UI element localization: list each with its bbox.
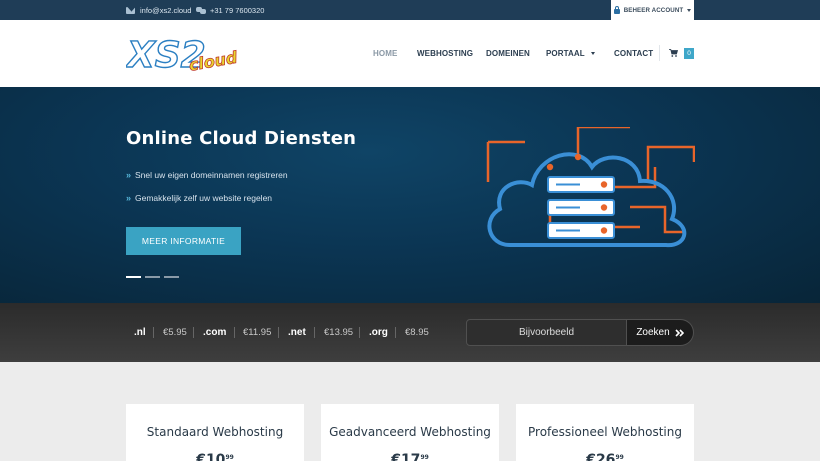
hero-bullet-text: Snel uw eigen domeinnamen registreren <box>135 170 288 180</box>
envelope-icon <box>126 6 135 14</box>
cart-icon[interactable] <box>669 49 678 57</box>
nav-domeinen[interactable]: DOMEINEN <box>486 20 530 87</box>
account-dropdown[interactable]: BEHEER ACCOUNT <box>611 0 694 21</box>
divider <box>153 327 154 338</box>
tld-item: €13.95 <box>324 303 353 362</box>
domain-search-input[interactable]: Bijvoorbeeld <box>466 319 627 346</box>
divider <box>234 327 235 338</box>
account-label: BEHEER ACCOUNT <box>623 7 684 14</box>
hero-bullet: » Gemakkelijk zelf uw website regelen <box>126 193 272 203</box>
hero-banner: Online Cloud Diensten » Snel uw eigen do… <box>0 87 820 303</box>
divider <box>193 327 194 338</box>
slider-dot[interactable] <box>145 276 160 278</box>
tld-price: €11.95 <box>243 327 272 338</box>
tld-item: .nl <box>134 303 146 362</box>
nav-webhosting[interactable]: WEBHOSTING <box>417 20 473 87</box>
double-chevron-icon: » <box>126 170 131 180</box>
tld-item: €5.95 <box>163 303 187 362</box>
divider <box>659 45 660 61</box>
tld-name: .nl <box>134 327 146 338</box>
plan-card: Standaard Webhosting €1099 <box>126 404 304 461</box>
nav-portaal[interactable]: PORTAAL <box>546 20 595 87</box>
nav-portaal-label: PORTAAL <box>546 49 585 58</box>
plan-price-main: €26 <box>586 452 616 461</box>
domain-search-bar: .nl €5.95 .com €11.95 .net €13.95 .org €… <box>0 303 820 362</box>
site-header: XS2 cloud HOME WEBHOSTING DOMEINEN PORTA… <box>0 20 820 87</box>
hero-title: Online Cloud Diensten <box>126 128 357 149</box>
slider-dot[interactable] <box>126 276 141 278</box>
plan-price: €2699 <box>516 452 694 461</box>
email-text: info@xs2.cloud <box>140 5 192 15</box>
tld-name: .net <box>288 327 306 338</box>
phone-text: +31 79 7600320 <box>210 5 265 15</box>
plan-price: €1799 <box>321 452 499 461</box>
tld-name: .org <box>369 327 388 338</box>
nav-contact[interactable]: CONTACT <box>614 20 653 87</box>
tld-item: .com <box>203 303 226 362</box>
tld-price: €13.95 <box>324 327 354 338</box>
chat-icon <box>196 6 206 14</box>
plan-price-cents: 99 <box>225 454 234 461</box>
phone-link[interactable]: +31 79 7600320 <box>196 0 264 20</box>
tld-price: €8.95 <box>405 327 429 338</box>
plan-price-main: €17 <box>391 452 421 461</box>
nav-home[interactable]: HOME <box>373 20 397 87</box>
chevron-down-icon <box>590 52 595 55</box>
tld-name: .com <box>203 327 227 338</box>
plan-title: Geadvanceerd Webhosting <box>329 425 491 439</box>
divider <box>395 327 396 338</box>
cart-count-badge[interactable]: 0 <box>684 48 694 59</box>
double-chevron-right-icon <box>675 328 684 337</box>
plan-card: Professioneel Webhosting €2699 <box>516 404 694 461</box>
tld-item: €11.95 <box>243 303 271 362</box>
plan-price: €1099 <box>126 452 304 461</box>
divider <box>359 327 360 338</box>
plan-price-main: €10 <box>196 452 226 461</box>
plan-card: Geadvanceerd Webhosting €1799 <box>321 404 499 461</box>
logo[interactable]: XS2 cloud <box>126 34 248 76</box>
tld-item: .org <box>369 303 388 362</box>
plan-title: Standaard Webhosting <box>146 425 284 439</box>
double-chevron-icon: » <box>126 193 131 203</box>
tld-price: €5.95 <box>163 327 187 338</box>
divider <box>278 327 279 338</box>
cloud-server-illustration <box>486 127 695 248</box>
hero-bullet: » Snel uw eigen domeinnamen registreren <box>126 170 288 180</box>
plan-price-cents: 99 <box>420 454 429 461</box>
tld-item: .net <box>288 303 306 362</box>
lock-icon <box>613 6 620 14</box>
chevron-down-icon <box>687 9 692 12</box>
divider <box>314 327 315 338</box>
tld-item: €8.95 <box>405 303 429 362</box>
more-info-button[interactable]: MEER INFORMATIE <box>126 227 241 255</box>
plan-title: Professioneel Webhosting <box>528 425 682 439</box>
search-button-label: Zoeken <box>636 327 670 338</box>
hero-bullet-text: Gemakkelijk zelf uw website regelen <box>135 193 273 203</box>
slider-dot[interactable] <box>164 276 179 278</box>
email-link[interactable]: info@xs2.cloud <box>126 0 191 20</box>
slider-dots <box>126 276 179 278</box>
plan-price-cents: 99 <box>615 454 624 461</box>
search-button[interactable]: Zoeken <box>627 319 694 346</box>
top-bar: info@xs2.cloud +31 79 7600320 BEHEER ACC… <box>0 0 820 21</box>
